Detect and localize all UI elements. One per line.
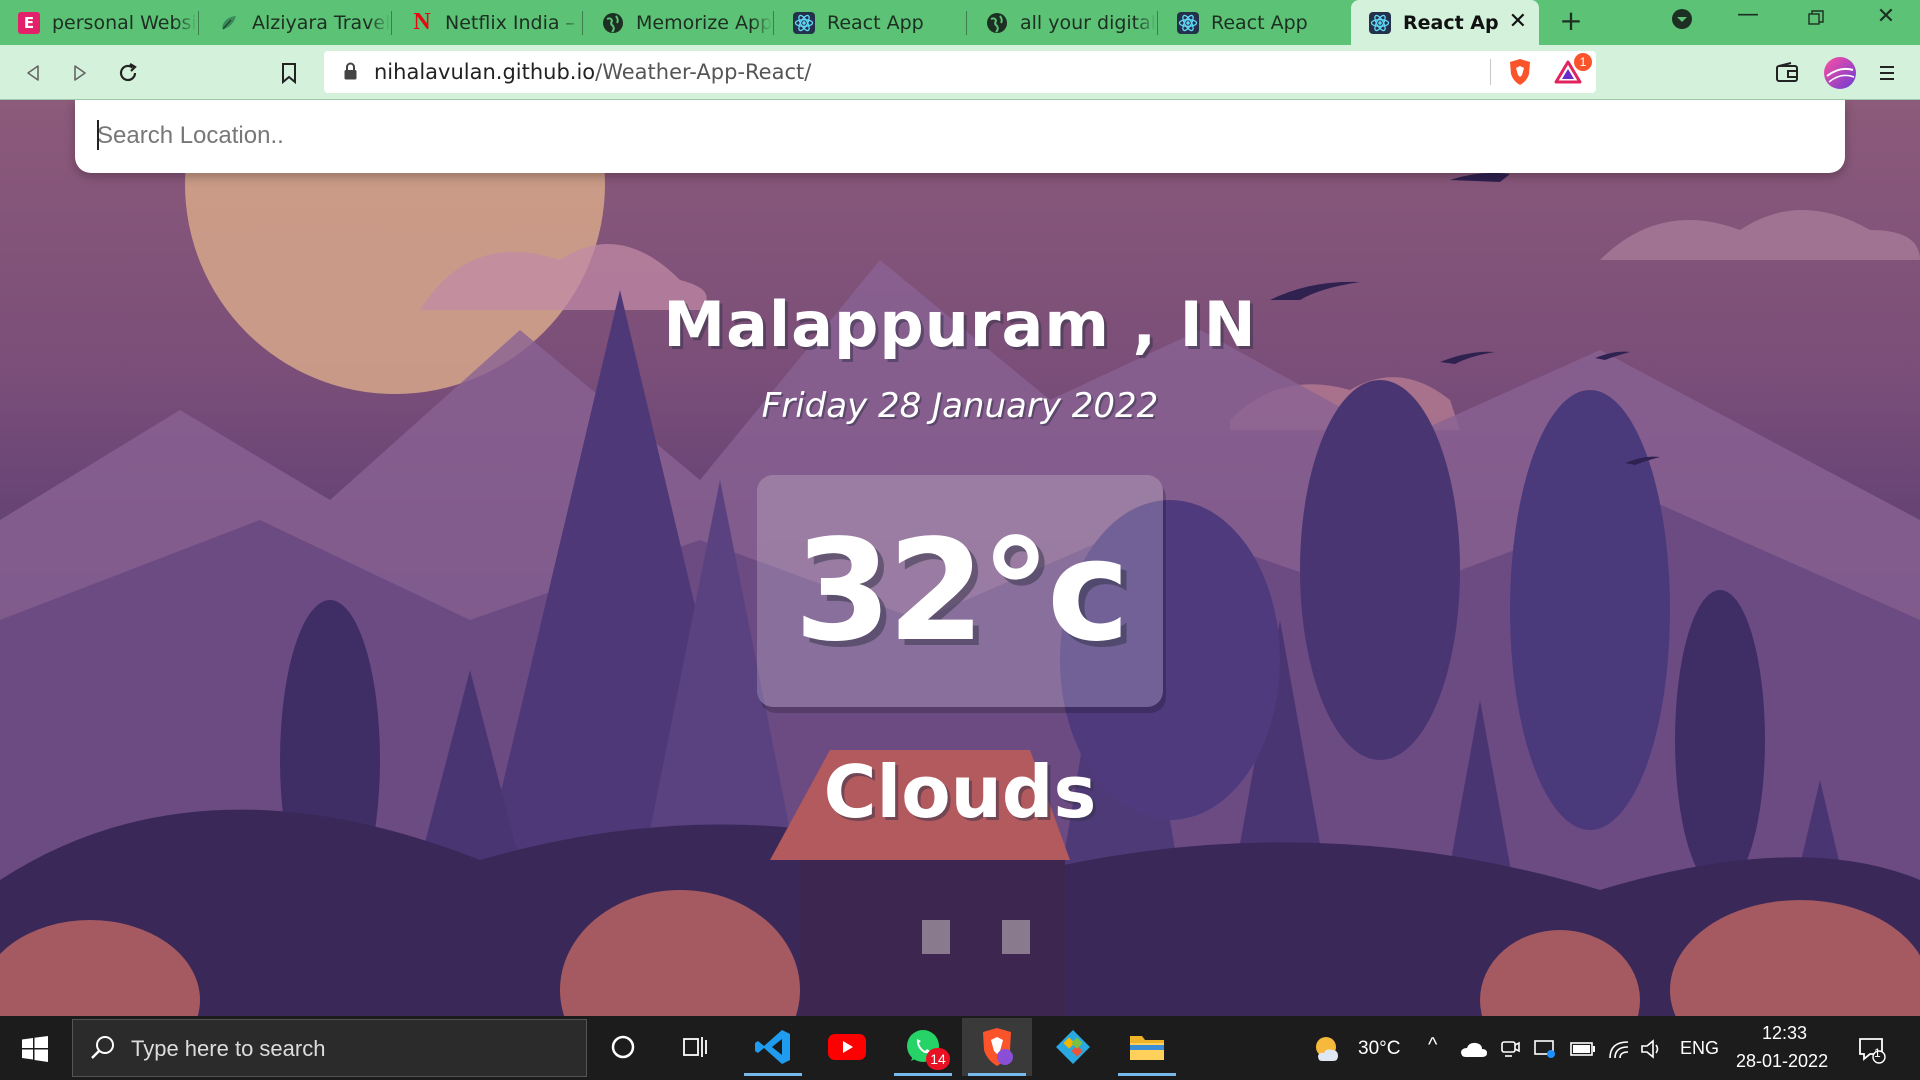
tray-weather-temp[interactable]: 30°C bbox=[1358, 1038, 1400, 1060]
task-view-icon[interactable] bbox=[660, 1018, 730, 1076]
close-window-icon[interactable]: ✕ bbox=[1866, 4, 1906, 29]
whatsapp-badge: 14 bbox=[926, 1048, 950, 1070]
close-tab-icon[interactable]: ✕ bbox=[1509, 9, 1527, 34]
e-favicon-icon: E bbox=[18, 11, 40, 34]
profile-avatar[interactable] bbox=[1822, 55, 1858, 91]
input-language[interactable]: ENG bbox=[1680, 1038, 1719, 1059]
notification-count: 1 bbox=[1874, 1046, 1881, 1060]
show-hidden-icons-icon[interactable]: ^ bbox=[1428, 1034, 1437, 1057]
rewards-badge: 1 bbox=[1574, 53, 1592, 71]
react-icon bbox=[793, 11, 815, 34]
location-name: Malappuram , IN bbox=[663, 288, 1257, 361]
reload-button[interactable] bbox=[113, 58, 143, 88]
leaf-icon bbox=[218, 12, 240, 34]
file-explorer-icon[interactable] bbox=[1112, 1018, 1182, 1076]
vscode-icon[interactable] bbox=[738, 1018, 808, 1076]
tab-personal-website[interactable]: E personal Website bbox=[0, 0, 197, 45]
text-caret bbox=[97, 120, 99, 150]
clock-time[interactable]: 12:33 bbox=[1762, 1023, 1807, 1044]
search-location-input[interactable] bbox=[97, 114, 1817, 158]
globe-icon bbox=[986, 12, 1008, 34]
forward-button[interactable] bbox=[65, 58, 95, 88]
tab-react-app-active[interactable]: React App ✕ bbox=[1351, 0, 1539, 45]
react-icon bbox=[1177, 11, 1199, 34]
whatsapp-icon[interactable]: 14 bbox=[888, 1018, 958, 1076]
netflix-icon: N bbox=[413, 9, 431, 35]
current-date: Friday 28 January 2022 bbox=[761, 386, 1159, 426]
weather-sun-cloud-icon[interactable] bbox=[1312, 1034, 1344, 1064]
globe-icon bbox=[602, 12, 624, 34]
react-icon bbox=[1369, 11, 1391, 34]
back-button[interactable] bbox=[18, 58, 48, 88]
onedrive-icon[interactable] bbox=[1460, 1040, 1488, 1058]
search-bar bbox=[75, 100, 1845, 173]
tab-react-app-2[interactable]: React App bbox=[1159, 0, 1349, 45]
weather-condition: Clouds bbox=[823, 750, 1097, 834]
browser-toolbar: nihalavulan.github.io/Weather-App-React/… bbox=[0, 45, 1920, 100]
windows-start-icon[interactable] bbox=[22, 1036, 48, 1062]
tab-all-your-digital[interactable]: all your digital so bbox=[968, 0, 1156, 45]
wifi-icon[interactable] bbox=[1608, 1038, 1630, 1060]
battery-icon[interactable] bbox=[1570, 1042, 1596, 1056]
brave-browser-icon[interactable] bbox=[962, 1018, 1032, 1076]
wallet-icon[interactable] bbox=[1772, 58, 1802, 88]
device-status-icon[interactable] bbox=[1533, 1038, 1557, 1060]
browser-tab-bar: E personal Website Alziyara Travels A N … bbox=[0, 0, 1920, 45]
temperature-card: 32°c bbox=[757, 475, 1163, 707]
tab-memorize-app[interactable]: Memorize App | I bbox=[584, 0, 772, 45]
cortana-icon[interactable] bbox=[588, 1018, 658, 1076]
new-tab-button[interactable]: + bbox=[1551, 4, 1591, 37]
taskbar-search-box[interactable]: Type here to search bbox=[72, 1019, 587, 1077]
tab-search-dropdown-icon[interactable] bbox=[1662, 8, 1702, 36]
git-icon[interactable] bbox=[1038, 1018, 1108, 1076]
tab-alziyara-travels[interactable]: Alziyara Travels A bbox=[200, 0, 390, 45]
restore-icon[interactable] bbox=[1796, 8, 1836, 33]
weather-app-page: Malappuram , IN Friday 28 January 2022 3… bbox=[0, 100, 1920, 1016]
tab-react-app-1[interactable]: React App bbox=[775, 0, 965, 45]
bookmark-icon[interactable] bbox=[274, 58, 304, 88]
tab-netflix-india[interactable]: N Netflix India – W bbox=[393, 0, 581, 45]
windows-taskbar: Type here to search 14 30°C ^ ENG 12:33 … bbox=[0, 1016, 1920, 1080]
search-icon bbox=[91, 1036, 114, 1059]
address-url: nihalavulan.github.io/Weather-App-React/ bbox=[374, 60, 812, 84]
meet-now-icon[interactable] bbox=[1500, 1038, 1520, 1060]
minimize-icon[interactable]: — bbox=[1728, 2, 1768, 27]
notification-center-icon[interactable] bbox=[1858, 1036, 1886, 1064]
volume-icon[interactable] bbox=[1640, 1038, 1664, 1060]
lock-icon bbox=[344, 62, 357, 80]
brave-shield-icon[interactable] bbox=[1507, 58, 1533, 90]
menu-icon[interactable] bbox=[1872, 58, 1902, 88]
youtube-icon[interactable] bbox=[812, 1018, 882, 1076]
address-bar[interactable]: nihalavulan.github.io/Weather-App-React/… bbox=[324, 51, 1596, 93]
clock-date[interactable]: 28-01-2022 bbox=[1736, 1051, 1828, 1072]
temperature-value: 32°c bbox=[794, 509, 1130, 673]
